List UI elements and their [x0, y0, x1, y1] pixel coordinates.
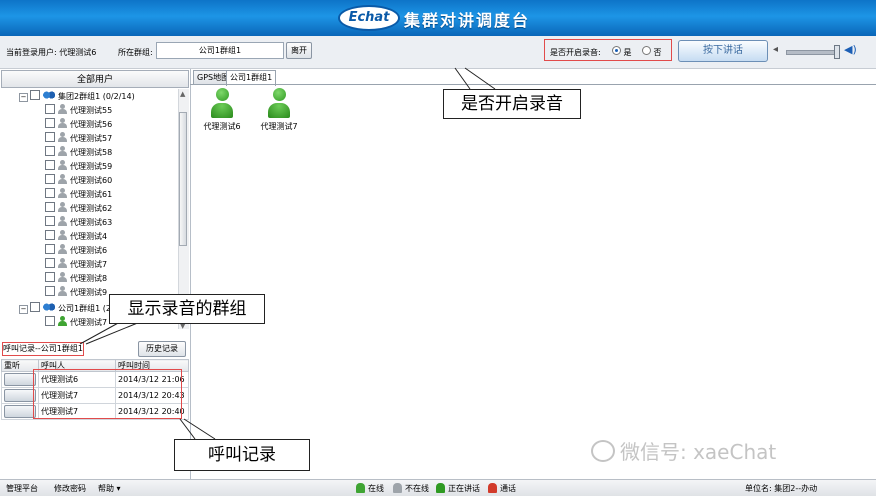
- callout-connector: [464, 67, 496, 90]
- in-call-icon: [488, 483, 497, 493]
- wechat-icon: [591, 440, 615, 462]
- admin-platform-link[interactable]: 管理平台: [6, 483, 38, 494]
- legend-label: 通话: [500, 484, 516, 493]
- callout-connector: [179, 418, 196, 440]
- callout-recording-group: 显示录音的群组: [109, 294, 265, 324]
- legend-label: 不在线: [405, 484, 429, 493]
- online-icon: [356, 483, 365, 493]
- callout-call-records: 呼叫记录: [174, 439, 310, 471]
- help-menu[interactable]: 帮助 ▾: [98, 483, 121, 494]
- unit-name: 单位名: 集团2--办动: [745, 484, 818, 493]
- legend-online: 在线: [356, 483, 384, 494]
- legend-in-call: 通话: [488, 483, 516, 494]
- callout-connector: [183, 418, 216, 440]
- legend-label: 在线: [368, 484, 384, 493]
- chevron-down-icon: ▾: [116, 484, 121, 493]
- legend-offline: 不在线: [393, 483, 429, 494]
- callout-connector: [454, 67, 471, 90]
- talking-icon: [436, 483, 445, 493]
- callout-recording-switch: 是否开启录音: [443, 89, 581, 119]
- help-label: 帮助: [98, 484, 114, 493]
- callout-connectors: [79, 67, 496, 440]
- change-password-link[interactable]: 修改密码: [54, 483, 86, 494]
- offline-icon: [393, 483, 402, 493]
- watermark: 微信号: xaeChat: [620, 440, 777, 464]
- legend-talking: 正在讲话: [436, 483, 480, 494]
- legend-label: 正在讲话: [448, 484, 480, 493]
